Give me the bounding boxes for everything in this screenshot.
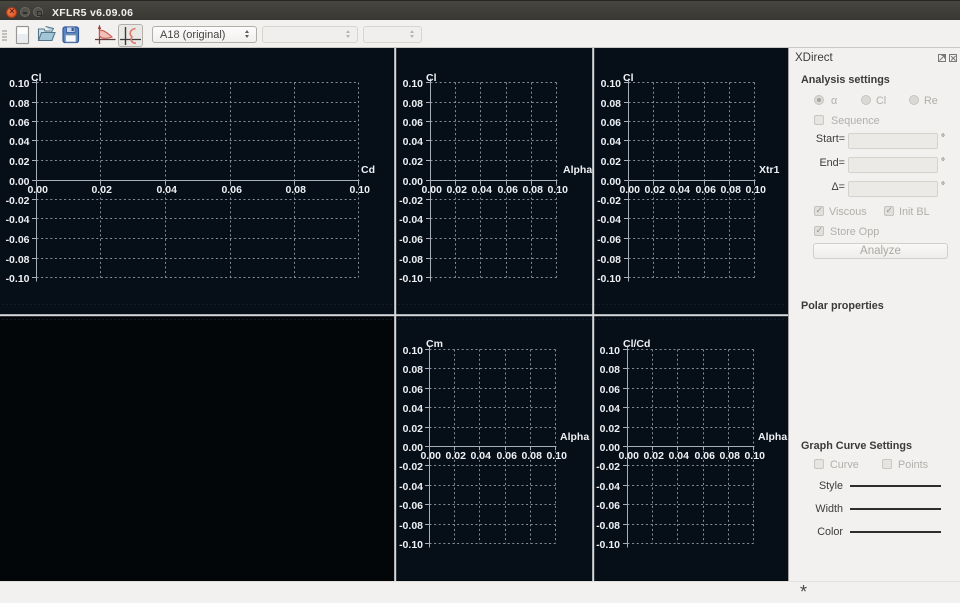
svg-text:-0.02: -0.02: [6, 195, 30, 207]
svg-text:0.06: 0.06: [694, 450, 715, 462]
svg-text:-0.06: -0.06: [399, 500, 423, 512]
svg-text:0.10: 0.10: [546, 450, 567, 462]
svg-text:-0.04: -0.04: [399, 481, 423, 493]
svg-text:-0.06: -0.06: [399, 234, 423, 246]
svg-text:Alpha: Alpha: [758, 431, 787, 443]
svg-text:0.08: 0.08: [600, 364, 621, 376]
svg-text:0.04: 0.04: [601, 136, 622, 148]
svg-text:0.04: 0.04: [9, 136, 30, 148]
svg-text:0.04: 0.04: [470, 450, 491, 462]
svg-text:-0.02: -0.02: [399, 195, 423, 207]
svg-text:0.00: 0.00: [600, 442, 621, 454]
svg-text:Cl: Cl: [426, 72, 437, 84]
svg-text:0.08: 0.08: [719, 450, 740, 462]
svg-text:0.02: 0.02: [9, 156, 30, 168]
svg-text:-0.02: -0.02: [596, 461, 620, 473]
svg-text:-0.08: -0.08: [6, 254, 30, 266]
svg-text:Alpha: Alpha: [563, 164, 592, 176]
svg-text:0.10: 0.10: [745, 184, 766, 196]
svg-text:0.00: 0.00: [601, 176, 622, 188]
svg-text:Cd: Cd: [361, 164, 375, 176]
svg-text:-0.08: -0.08: [399, 520, 423, 532]
svg-text:-0.04: -0.04: [399, 214, 423, 226]
svg-text:0.02: 0.02: [403, 156, 424, 168]
svg-text:-0.06: -0.06: [6, 234, 30, 246]
svg-text:-0.08: -0.08: [597, 254, 621, 266]
svg-text:0.10: 0.10: [403, 345, 424, 357]
svg-text:0.00: 0.00: [619, 184, 640, 196]
svg-text:0.08: 0.08: [521, 450, 542, 462]
svg-text:0.06: 0.06: [221, 184, 242, 196]
svg-text:0.00: 0.00: [618, 450, 639, 462]
svg-text:0.04: 0.04: [156, 184, 177, 196]
svg-text:0.04: 0.04: [471, 184, 492, 196]
svg-text:-0.10: -0.10: [597, 273, 621, 285]
svg-text:0.06: 0.06: [601, 117, 622, 129]
svg-text:0.08: 0.08: [9, 98, 30, 110]
svg-text:0.08: 0.08: [522, 184, 543, 196]
svg-text:Cl/Cd: Cl/Cd: [623, 338, 650, 350]
svg-text:0.00: 0.00: [403, 176, 424, 188]
svg-text:0.10: 0.10: [403, 78, 424, 90]
svg-text:0.10: 0.10: [349, 184, 370, 196]
svg-text:0.06: 0.06: [496, 450, 517, 462]
svg-text:0.10: 0.10: [601, 78, 622, 90]
svg-text:0.10: 0.10: [9, 78, 30, 90]
svg-text:0.02: 0.02: [644, 184, 665, 196]
svg-text:-0.04: -0.04: [596, 481, 620, 493]
svg-text:0.02: 0.02: [445, 450, 466, 462]
svg-text:0.10: 0.10: [600, 345, 621, 357]
svg-text:0.06: 0.06: [403, 117, 424, 129]
svg-text:-0.08: -0.08: [596, 520, 620, 532]
svg-text:-0.08: -0.08: [399, 254, 423, 266]
svg-text:0.04: 0.04: [403, 136, 424, 148]
svg-text:-0.10: -0.10: [6, 273, 30, 285]
svg-text:0.04: 0.04: [403, 403, 424, 415]
svg-text:Cl: Cl: [623, 72, 634, 84]
svg-text:0.06: 0.06: [695, 184, 716, 196]
svg-text:0.00: 0.00: [27, 184, 48, 196]
svg-text:0.00: 0.00: [421, 184, 442, 196]
svg-text:0.08: 0.08: [403, 364, 424, 376]
svg-text:-0.04: -0.04: [597, 214, 621, 226]
svg-text:0.02: 0.02: [446, 184, 467, 196]
svg-text:0.02: 0.02: [600, 423, 621, 435]
svg-text:-0.10: -0.10: [399, 539, 423, 551]
svg-text:-0.10: -0.10: [596, 539, 620, 551]
svg-text:0.06: 0.06: [9, 117, 30, 129]
svg-text:-0.06: -0.06: [596, 500, 620, 512]
svg-text:0.04: 0.04: [600, 403, 621, 415]
svg-text:0.08: 0.08: [403, 98, 424, 110]
svg-text:-0.02: -0.02: [399, 461, 423, 473]
svg-text:0.06: 0.06: [600, 384, 621, 396]
svg-text:0.02: 0.02: [643, 450, 664, 462]
svg-text:-0.04: -0.04: [6, 214, 30, 226]
svg-text:0.08: 0.08: [285, 184, 306, 196]
svg-text:0.08: 0.08: [601, 98, 622, 110]
svg-text:0.08: 0.08: [720, 184, 741, 196]
svg-text:Cm: Cm: [426, 338, 443, 350]
svg-text:0.10: 0.10: [547, 184, 568, 196]
svg-text:0.02: 0.02: [91, 184, 112, 196]
svg-text:Cl: Cl: [31, 72, 42, 84]
svg-text:0.02: 0.02: [601, 156, 622, 168]
svg-text:-0.02: -0.02: [597, 195, 621, 207]
svg-text:0.06: 0.06: [403, 384, 424, 396]
svg-text:-0.06: -0.06: [597, 234, 621, 246]
svg-text:-0.10: -0.10: [399, 273, 423, 285]
svg-text:0.04: 0.04: [668, 450, 689, 462]
svg-text:Alpha: Alpha: [560, 431, 589, 443]
svg-text:0.00: 0.00: [420, 450, 441, 462]
svg-text:Xtr1: Xtr1: [759, 164, 780, 176]
svg-text:0.04: 0.04: [669, 184, 690, 196]
svg-text:0.10: 0.10: [744, 450, 765, 462]
svg-text:0.02: 0.02: [403, 423, 424, 435]
svg-text:0.06: 0.06: [497, 184, 518, 196]
